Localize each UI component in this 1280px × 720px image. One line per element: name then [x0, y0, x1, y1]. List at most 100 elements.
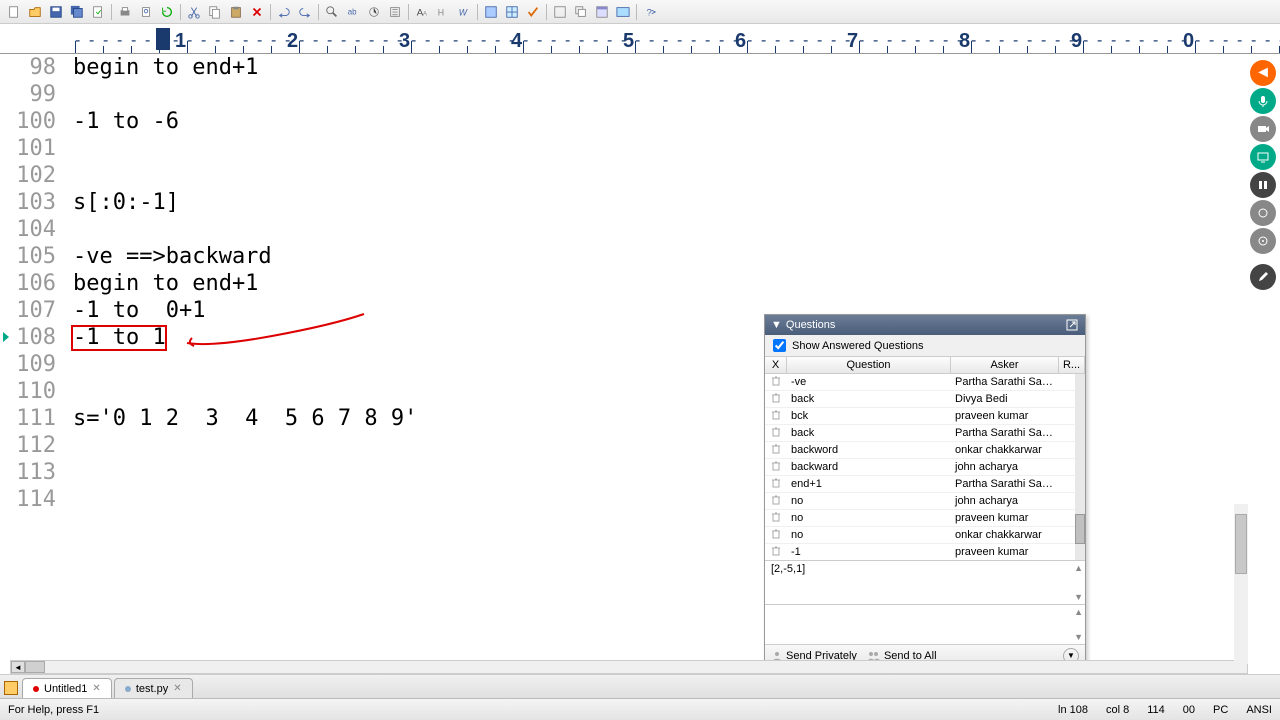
tile-icon[interactable] [550, 2, 570, 22]
code-line[interactable]: -1 to -6 [73, 108, 1248, 135]
font-icon[interactable]: AA [412, 2, 432, 22]
side-back-icon[interactable]: ◄ [1250, 60, 1276, 86]
undo-icon[interactable] [274, 2, 294, 22]
side-toolbar: ◄ [1250, 60, 1280, 290]
side-tool2-icon[interactable] [1250, 228, 1276, 254]
delete-question-icon[interactable] [765, 512, 787, 525]
delete-question-icon[interactable] [765, 376, 787, 389]
code-line[interactable]: begin to end+1 [73, 54, 1248, 81]
question-row[interactable]: no john acharya [765, 493, 1085, 510]
findreplace-icon[interactable]: ab [343, 2, 363, 22]
file-tab[interactable]: Untitled1✕ [22, 678, 112, 698]
col-r[interactable]: R... [1059, 357, 1085, 373]
code-line[interactable]: -ve ==>backward [73, 243, 1248, 270]
print-icon[interactable] [115, 2, 135, 22]
delete-icon[interactable] [247, 2, 267, 22]
questions-title: Questions [786, 319, 1065, 331]
main-toolbar: ab AA H W ? [0, 0, 1280, 24]
preview-icon[interactable] [136, 2, 156, 22]
scroll-down-icon[interactable]: ▼ [1074, 592, 1083, 602]
hscroll-thumb[interactable] [25, 661, 45, 673]
fullscreen-icon[interactable] [613, 2, 633, 22]
copy-icon[interactable] [205, 2, 225, 22]
goto-icon[interactable] [364, 2, 384, 22]
side-pause-icon[interactable] [1250, 172, 1276, 198]
scroll-left-icon[interactable]: ◄ [11, 661, 25, 673]
question-row[interactable]: -ve Partha Sarathi Sarkar [765, 374, 1085, 391]
code-line[interactable]: begin to end+1 [73, 270, 1248, 297]
cut-icon[interactable] [184, 2, 204, 22]
vertical-scrollbar[interactable] [1234, 504, 1248, 664]
close-tab-icon[interactable]: ✕ [92, 683, 100, 694]
side-mic-icon[interactable] [1250, 88, 1276, 114]
question-row[interactable]: backward john acharya [765, 459, 1085, 476]
delete-question-icon[interactable] [765, 461, 787, 474]
help-icon[interactable]: ? [640, 2, 660, 22]
code-line[interactable] [73, 216, 1248, 243]
code-line[interactable] [73, 162, 1248, 189]
code-line[interactable] [73, 81, 1248, 108]
questions-header[interactable]: ▼ Questions [765, 315, 1085, 335]
delete-question-icon[interactable] [765, 444, 787, 457]
delete-question-icon[interactable] [765, 410, 787, 423]
side-pen-icon[interactable] [1250, 264, 1276, 290]
question-row[interactable]: no onkar chakkarwar [765, 527, 1085, 544]
delete-question-icon[interactable] [765, 427, 787, 440]
line-number: 99 [0, 81, 56, 108]
saveall-icon[interactable] [67, 2, 87, 22]
line-number: 110 [0, 378, 56, 405]
question-row[interactable]: -1 praveen kumar [765, 544, 1085, 560]
scroll-up-icon[interactable]: ▲ [1074, 563, 1083, 573]
questions-scrollbar[interactable] [1075, 374, 1085, 560]
new-file-icon[interactable] [4, 2, 24, 22]
scroll-down-icon[interactable]: ▼ [1074, 632, 1083, 642]
redo-icon[interactable] [295, 2, 315, 22]
collapse-icon[interactable]: ▼ [771, 319, 782, 331]
side-camera-icon[interactable] [1250, 116, 1276, 142]
question-row[interactable]: bck praveen kumar [765, 408, 1085, 425]
question-row[interactable]: no praveen kumar [765, 510, 1085, 527]
delete-question-icon[interactable] [765, 529, 787, 542]
delete-question-icon[interactable] [765, 495, 787, 508]
find-icon[interactable] [322, 2, 342, 22]
question-row[interactable]: back Partha Sarathi Sarkar [765, 425, 1085, 442]
vscroll-thumb[interactable] [1235, 514, 1247, 574]
question-text: end+1 [787, 478, 951, 490]
delete-question-icon[interactable] [765, 478, 787, 491]
col-question[interactable]: Question [787, 357, 951, 373]
horizontal-scrollbar[interactable]: ◄ [10, 660, 1248, 674]
delete-question-icon[interactable] [765, 393, 787, 406]
reload-icon[interactable] [88, 2, 108, 22]
cascade-icon[interactable] [571, 2, 591, 22]
question-row[interactable]: back Divya Bedi [765, 391, 1085, 408]
view1-icon[interactable] [481, 2, 501, 22]
heading-icon[interactable]: H [433, 2, 453, 22]
question-row[interactable]: end+1 Partha Sarathi Sarkar [765, 476, 1085, 493]
bookmark-icon[interactable] [385, 2, 405, 22]
paste-icon[interactable] [226, 2, 246, 22]
side-tool1-icon[interactable] [1250, 200, 1276, 226]
tab-folder-icon[interactable] [4, 681, 18, 695]
questions-scroll-thumb[interactable] [1075, 514, 1085, 544]
popout-icon[interactable] [1065, 318, 1079, 332]
side-screen-icon[interactable] [1250, 144, 1276, 170]
word-icon[interactable]: W [454, 2, 474, 22]
questions-table-body[interactable]: -ve Partha Sarathi Sarkar back Divya Bed… [765, 374, 1085, 560]
code-line[interactable] [73, 135, 1248, 162]
file-tab[interactable]: test.py✕ [114, 678, 193, 698]
refresh-icon[interactable] [157, 2, 177, 22]
delete-question-icon[interactable] [765, 546, 787, 559]
col-asker[interactable]: Asker [951, 357, 1059, 373]
col-x[interactable]: X [765, 357, 787, 373]
max-icon[interactable] [592, 2, 612, 22]
questions-reply-input[interactable]: ▲ ▼ [765, 604, 1085, 644]
close-tab-icon[interactable]: ✕ [173, 683, 181, 694]
open-icon[interactable] [25, 2, 45, 22]
scroll-up-icon[interactable]: ▲ [1074, 607, 1083, 617]
show-answered-checkbox[interactable] [773, 339, 786, 352]
check-icon[interactable] [523, 2, 543, 22]
question-row[interactable]: backword onkar chakkarwar [765, 442, 1085, 459]
code-line[interactable]: s[:0:-1] [73, 189, 1248, 216]
view2-icon[interactable] [502, 2, 522, 22]
save-icon[interactable] [46, 2, 66, 22]
